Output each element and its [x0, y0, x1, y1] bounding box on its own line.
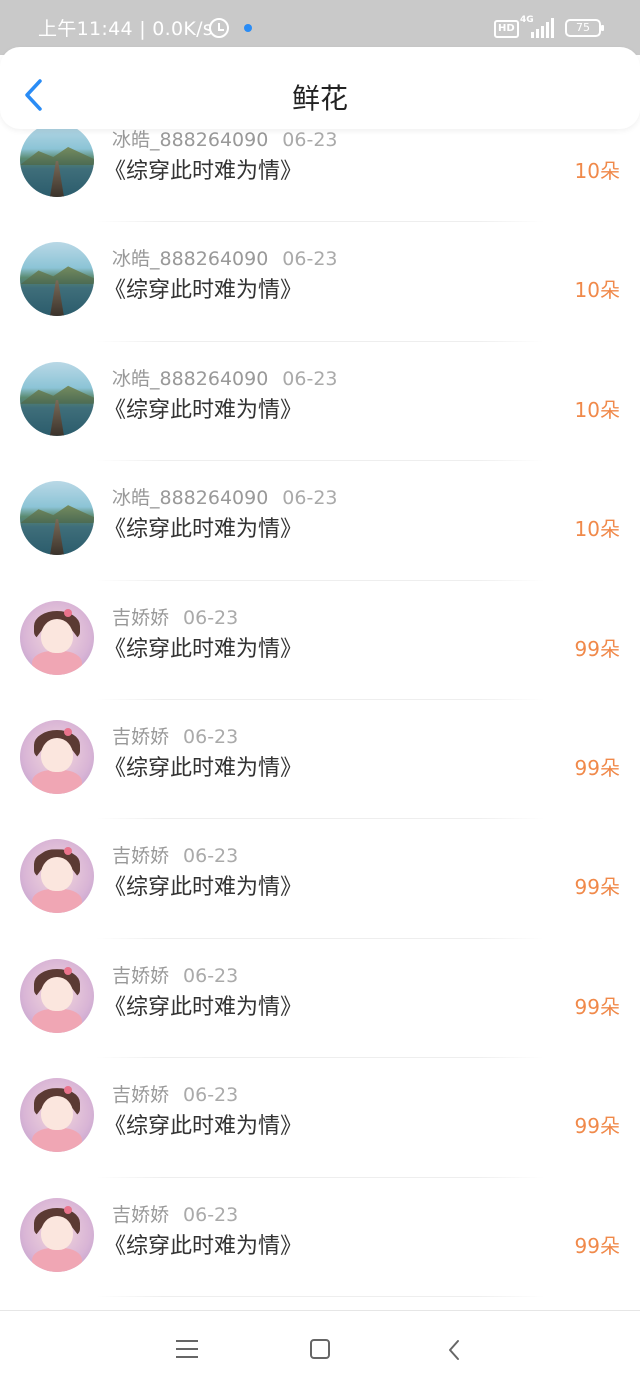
avatar[interactable] [20, 481, 94, 556]
alarm-icon [209, 18, 229, 38]
item-meta: 冰皓_888264090 06-23 [112, 244, 338, 271]
book-title[interactable]: 《综穿此时难为情》 [104, 1228, 302, 1260]
book-title[interactable]: 《综穿此时难为情》 [104, 272, 302, 304]
item-date: 06-23 [183, 1084, 239, 1107]
avatar[interactable] [20, 361, 94, 436]
avatar[interactable] [20, 1078, 94, 1153]
list-item[interactable]: 吉娇娇 06-23 《综穿此时难为情》 99朵 [0, 700, 640, 820]
system-nav-bar [0, 1310, 640, 1387]
menu-icon[interactable] [176, 1340, 198, 1358]
flower-list[interactable]: 冰皓_888264090 06-23 《综穿此时难为情》 10朵 冰皓_88826409… [0, 103, 640, 1297]
avatar[interactable] [20, 958, 94, 1033]
book-title[interactable]: 《综穿此时难为情》 [104, 1108, 302, 1140]
avatar[interactable] [20, 242, 94, 317]
book-title[interactable]: 《综穿此时难为情》 [104, 392, 302, 424]
item-meta: 吉娇娇 06-23 [112, 1080, 238, 1107]
battery-icon: 75 [565, 19, 604, 37]
item-date: 06-23 [282, 367, 338, 390]
item-meta: 吉娇娇 06-23 [112, 722, 238, 749]
item-meta: 吉娇娇 06-23 [112, 603, 238, 630]
book-title[interactable]: 《综穿此时难为情》 [104, 989, 302, 1021]
divider [96, 1295, 544, 1297]
avatar[interactable] [20, 839, 94, 914]
username[interactable]: 冰皓_888264090 [112, 368, 268, 390]
signal-icon [531, 18, 557, 38]
username[interactable]: 吉娇娇 [112, 1204, 169, 1226]
book-title[interactable]: 《综穿此时难为情》 [104, 750, 302, 782]
username[interactable]: 吉娇娇 [112, 607, 169, 629]
list-item[interactable]: 冰皓_888264090 06-23 《综穿此时难为情》 10朵 [0, 222, 640, 342]
app-header: 鲜花 [0, 47, 640, 129]
flower-count: 10朵 [574, 517, 620, 542]
flower-count: 99朵 [574, 994, 620, 1019]
book-title[interactable]: 《综穿此时难为情》 [104, 511, 302, 543]
username[interactable]: 吉娇娇 [112, 1084, 169, 1106]
list-item[interactable]: 冰皓_888264090 06-23 《综穿此时难为情》 10朵 [0, 342, 640, 462]
flower-count: 10朵 [574, 159, 620, 183]
username[interactable]: 冰皓_888264090 [112, 248, 268, 270]
home-square-icon[interactable] [310, 1339, 330, 1359]
username[interactable]: 吉娇娇 [112, 845, 169, 867]
username[interactable]: 吉娇娇 [112, 726, 169, 748]
item-meta: 吉娇娇 06-23 [112, 1200, 238, 1227]
list-item[interactable]: 吉娇娇 06-23 《综穿此时难为情》 99朵 [0, 939, 640, 1059]
list-item[interactable]: 吉娇娇 06-23 《综穿此时难为情》 99朵 [0, 819, 640, 939]
item-date: 06-23 [282, 129, 338, 151]
flower-count: 99朵 [574, 636, 620, 661]
username[interactable]: 冰皓_888264090 [112, 129, 268, 151]
list-item[interactable]: 吉娇娇 06-23 《综穿此时难为情》 99朵 [0, 581, 640, 700]
hd-badge: HD [494, 20, 519, 38]
item-date: 06-23 [183, 606, 239, 629]
book-title[interactable]: 《综穿此时难为情》 [104, 153, 302, 185]
flower-count: 99朵 [574, 1233, 620, 1258]
book-title[interactable]: 《综穿此时难为情》 [104, 869, 302, 901]
item-date: 06-23 [183, 845, 239, 868]
flower-count: 99朵 [574, 755, 620, 780]
flower-count: 99朵 [574, 1114, 620, 1139]
item-date: 06-23 [183, 964, 239, 987]
notification-dot-icon [244, 24, 252, 32]
username[interactable]: 吉娇娇 [112, 965, 169, 987]
list-item[interactable]: 吉娇娇 06-23 《综穿此时难为情》 99朵 [0, 1058, 640, 1178]
page-title: 鲜花 [291, 83, 348, 114]
item-meta: 冰皓_888264090 06-23 [112, 364, 338, 391]
list-item[interactable]: 吉娇娇 06-23 《综穿此时难为情》 99朵 [0, 1178, 640, 1297]
item-date: 06-23 [183, 1203, 239, 1226]
list-item[interactable]: 冰皓_888264090 06-23 《综穿此时难为情》 10朵 [0, 461, 640, 581]
item-meta: 冰皓_888264090 06-23 [112, 483, 338, 510]
item-meta: 吉娇娇 06-23 [112, 841, 238, 868]
back-chevron-icon[interactable] [447, 1339, 461, 1361]
item-date: 06-23 [282, 487, 338, 510]
status-time: 上午11:44 | 0.0K/s [38, 18, 214, 40]
item-date: 06-23 [183, 725, 239, 748]
avatar[interactable] [20, 1197, 94, 1272]
username[interactable]: 冰皓_888264090 [112, 487, 268, 509]
flower-count: 10朵 [574, 397, 620, 422]
flower-count: 99朵 [574, 875, 620, 900]
item-meta: 冰皓_888264090 06-23 [112, 125, 338, 152]
item-date: 06-23 [282, 248, 338, 271]
avatar[interactable] [20, 123, 94, 197]
flower-count: 10朵 [574, 278, 620, 303]
avatar[interactable] [20, 719, 94, 794]
item-meta: 吉娇娇 06-23 [112, 961, 238, 988]
avatar[interactable] [20, 600, 94, 675]
book-title[interactable]: 《综穿此时难为情》 [104, 631, 302, 663]
